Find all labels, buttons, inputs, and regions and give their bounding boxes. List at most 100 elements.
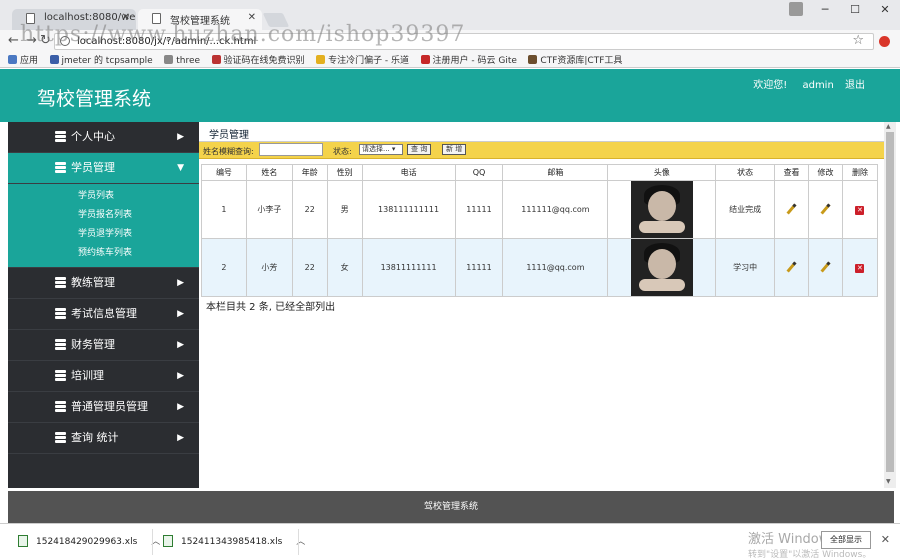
chevron-right-icon: ▶ [177, 278, 184, 288]
header-links: 欢迎您! admin 退出 [741, 76, 865, 91]
excel-file-icon [18, 535, 28, 547]
edit-icon[interactable] [820, 202, 831, 215]
submenu-item-enrollment-list[interactable]: 学员报名列表 [8, 206, 199, 225]
chevron-right-icon: ▶ [177, 402, 184, 412]
submenu-item-student-list[interactable]: 学员列表 [8, 187, 199, 206]
download-item[interactable]: 152411343985418.xls ︿ [163, 534, 305, 547]
chevron-right-icon: ▶ [177, 371, 184, 381]
sidebar-item-query-statistics[interactable]: 查询 统计 ▶ [8, 423, 199, 454]
chevron-right-icon: ▶ [177, 340, 184, 350]
app-footer: 驾校管理系统 [8, 491, 894, 523]
stack-icon [55, 339, 66, 350]
sidebar-item-label: 个人中心 [71, 130, 115, 143]
profile-icon[interactable] [789, 2, 803, 16]
sidebar-item-training[interactable]: 培训理 ▶ [8, 361, 199, 392]
sidebar-item-student-management[interactable]: 学员管理 ▼ [8, 153, 199, 184]
bookmark-item[interactable]: jmeter 的 tcpsample [49, 54, 153, 67]
app-header: 驾校管理系统 欢迎您! admin 退出 [0, 69, 900, 122]
sidebar-item-exam-management[interactable]: 考试信息管理 ▶ [8, 299, 199, 330]
column-header: 修改 [808, 164, 843, 181]
chevron-down-icon: ▼ [177, 163, 184, 173]
stack-icon [55, 432, 66, 443]
cell-status: 学习中 [715, 238, 776, 297]
user-link[interactable]: admin [802, 80, 833, 91]
sidebar-item-label: 查询 统计 [71, 431, 119, 444]
delete-icon[interactable]: ✕ [855, 263, 865, 273]
stack-icon [55, 162, 66, 173]
sidebar-item-personal-center[interactable]: 个人中心 ▶ [8, 122, 199, 153]
cell-id: 2 [201, 238, 247, 297]
close-window-icon[interactable]: ✕ [870, 0, 900, 20]
close-icon[interactable]: ✕ [881, 533, 890, 546]
view-icon[interactable] [786, 260, 797, 273]
cell-name: 小李子 [245, 180, 293, 239]
welcome-text: 欢迎您! [753, 80, 788, 91]
cell-delete: ✕ [841, 238, 879, 297]
submenu-item-practice-booking-list[interactable]: 预约练车列表 [8, 244, 199, 263]
bookmark-star-icon[interactable]: ☆ [852, 33, 864, 48]
extension-icon[interactable] [879, 36, 890, 47]
student-table: 编号 姓名 年龄 性别 电话 QQ 邮箱 头像 状态 查看 修改 删除 1 小李… [201, 164, 879, 297]
column-header: 姓名 [245, 164, 293, 181]
column-header: 电话 [361, 164, 456, 181]
scrollbar[interactable]: ▲ ▼ [884, 122, 896, 488]
view-icon[interactable] [786, 202, 797, 215]
sidebar-item-admin-management[interactable]: 普通管理员管理 ▶ [8, 392, 199, 423]
page-title: 学员管理 [209, 130, 249, 141]
stack-icon [55, 401, 66, 412]
bookmark-item[interactable]: 注册用户 - 码云 Gite [420, 54, 517, 67]
bookmark-item[interactable]: 验证码在线免费识别 [211, 54, 305, 67]
maximize-icon[interactable]: ☐ [840, 0, 870, 20]
bookmark-item[interactable]: three [164, 54, 200, 67]
delete-icon[interactable]: ✕ [855, 205, 865, 215]
cell-age: 22 [291, 238, 328, 297]
cell-delete: ✕ [841, 180, 879, 239]
scrollbar-thumb[interactable] [886, 132, 894, 472]
column-header: 状态 [715, 164, 776, 181]
search-label: 姓名模糊查询: [203, 147, 254, 156]
sidebar-item-coach-management[interactable]: 教练管理 ▶ [8, 268, 199, 299]
shield-icon [49, 55, 59, 64]
sidebar: 个人中心 ▶ 学员管理 ▼ 学员列表 学员报名列表 学员退学列表 预约练车列表 … [8, 122, 199, 488]
sidebar-item-label: 教练管理 [71, 276, 115, 289]
submenu-item-withdrawal-list[interactable]: 学员退学列表 [8, 225, 199, 244]
query-button[interactable]: 查 询 [407, 144, 432, 155]
cell-edit [808, 180, 843, 239]
gitee-icon [420, 55, 430, 64]
bookmark-item[interactable]: 专注冷门偏子 - 乐道 [316, 54, 409, 67]
cell-avatar [607, 238, 717, 297]
column-header: 邮箱 [502, 164, 609, 181]
back-icon[interactable]: ← [8, 33, 19, 48]
download-bar: 152418429029963.xls ︿ 152411343985418.xls… [0, 523, 900, 560]
add-button[interactable]: 新 增 [442, 144, 467, 155]
logout-link[interactable]: 退出 [845, 80, 865, 91]
show-all-button[interactable]: 全部显示 [821, 531, 871, 549]
cell-email: 111111@qq.com [502, 180, 609, 239]
edit-icon[interactable] [820, 260, 831, 273]
app-title: 驾校管理系统 [37, 88, 152, 110]
cell-name: 小芳 [245, 238, 293, 297]
scroll-up-icon[interactable]: ▲ [886, 123, 891, 130]
cell-view [774, 180, 810, 239]
cell-edit [808, 238, 843, 297]
download-item[interactable]: 152418429029963.xls ︿ [18, 534, 160, 547]
bookmark-item[interactable]: CTF资源库|CTF工具 [528, 54, 622, 67]
cell-age: 22 [291, 180, 328, 239]
sidebar-item-label: 培训理 [71, 369, 104, 382]
sidebar-item-finance-management[interactable]: 财务管理 ▶ [8, 330, 199, 361]
status-select[interactable]: 请选择... ▾ [359, 144, 403, 155]
name-search-input[interactable] [259, 143, 323, 156]
stack-icon [55, 370, 66, 381]
divider [298, 529, 299, 555]
scroll-down-icon[interactable]: ▼ [886, 478, 891, 485]
sidebar-item-label: 学员管理 [71, 161, 115, 174]
bookmark-item[interactable]: 应用 [8, 54, 38, 67]
table-row: 1 小李子 22 男 138111111111 11111 111111@qq.… [201, 180, 879, 239]
apps-icon [8, 55, 17, 64]
minimize-icon[interactable]: ─ [810, 0, 840, 20]
page-icon [164, 55, 174, 64]
cell-view [774, 238, 810, 297]
stack-icon [55, 131, 66, 142]
column-header: QQ [454, 164, 504, 181]
column-header: 性别 [326, 164, 363, 181]
